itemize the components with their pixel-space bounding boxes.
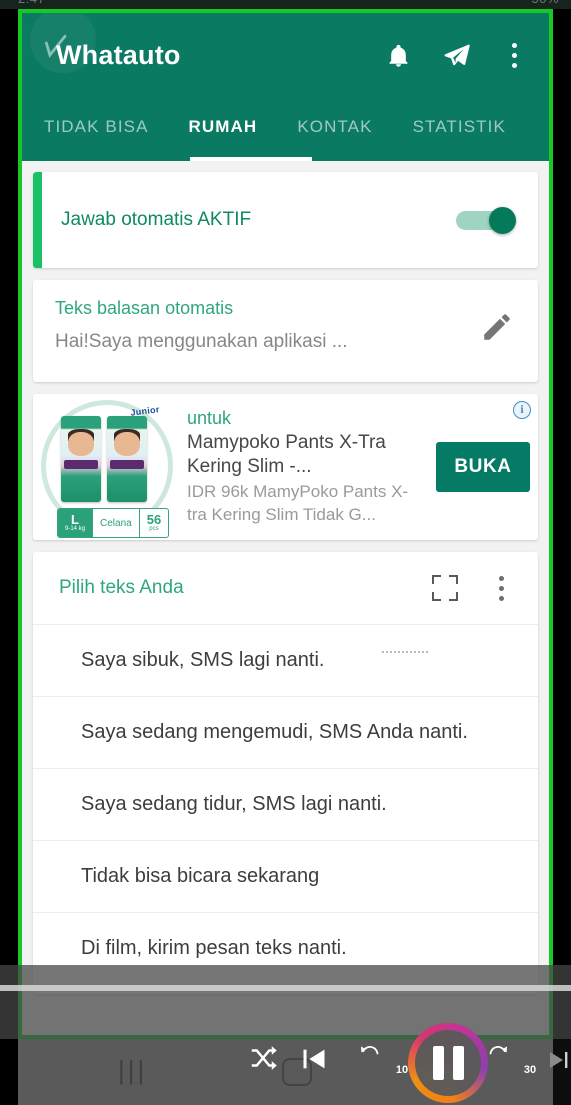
tab-tidak-bisa[interactable]: TIDAK BISA [22,111,169,137]
ad-product-image: Junior L 9-14 kg Celana 56 pcs [33,394,179,540]
app-bar-actions [383,38,535,72]
pause-button[interactable] [408,1023,488,1103]
tab-bar: TIDAK BISA RUMAH KONTAK STATISTIK [22,97,549,161]
pause-icon [432,1046,464,1080]
text-list-overflow-menu-icon[interactable] [486,571,516,605]
pencil-edit-icon[interactable] [480,310,514,344]
badge-count-unit: pcs [149,525,159,532]
app-bar: Whatauto [22,13,549,97]
text-list-header: Pilih teks Anda [33,552,538,624]
text-list-card: Pilih teks Anda Saya sibuk, SMS lagi nan… [33,552,538,994]
ad-brand-tag: Junior [129,404,161,418]
auto-reply-switch[interactable] [456,207,516,234]
ad-product-badges: L 9-14 kg Celana 56 pcs [57,508,170,538]
list-item[interactable]: Saya sedang tidur, SMS lagi nanti. [33,768,538,840]
tab-statistik[interactable]: STATISTIK [393,111,526,137]
overlay-divider-line [0,985,571,991]
product-pack-right [107,416,147,502]
list-item-label: Saya sibuk, SMS lagi nanti. [81,649,325,671]
notifications-bell-icon[interactable] [383,38,413,72]
text-list-actions [432,571,516,605]
forward-30-icon[interactable]: 30 [482,1043,536,1076]
badge-count-value: 56 [146,511,162,527]
phone-screen: 2:47 50% Whatauto [0,0,571,1105]
pack-label-band [110,460,144,469]
auto-reply-toggle-card[interactable]: Jawab otomatis AKTIF [33,172,538,268]
ad-text-block: untuk Mamypoko Pants X-Tra Kering Slim -… [179,394,428,540]
page-title: Whatauto [56,39,181,70]
three-dots-glyph [498,575,504,601]
list-item[interactable]: Saya sibuk, SMS lagi nanti. [33,624,538,696]
media-player-controls: 10 30 [18,1023,568,1105]
bottom-bar: ||| 10 30 [18,1023,568,1105]
overflow-menu-icon[interactable] [499,38,529,72]
advertisement-card[interactable]: Junior L 9-14 kg Celana 56 pcs untuk Mam… [33,394,538,540]
card-accent-stripe [33,172,42,268]
switch-thumb [489,207,516,234]
ad-title: Mamypoko Pants X-Tra Kering Slim -... [187,432,386,477]
badge-type-value: Celana [100,517,132,529]
shuffle-icon[interactable] [246,1043,280,1073]
ad-open-button[interactable]: BUKA [436,442,530,492]
badge-type: Celana [93,509,140,537]
list-item-divider-dots [382,651,428,653]
text-list-title: Pilih teks Anda [59,577,184,598]
status-bar-time: 2:47 [18,0,45,6]
ad-kicker-label: untuk [187,408,232,428]
active-tab-indicator [190,157,312,161]
ad-description: IDR 96k MamyPoko Pants X-tra Kering Slim… [187,482,409,524]
badge-size: L 9-14 kg [58,509,94,537]
status-bar-battery: 50% [531,0,559,6]
pack-baby-face [68,432,94,456]
auto-reply-status-label: Jawab otomatis AKTIF [61,209,252,230]
os-status-bar: 2:47 50% [0,0,571,9]
next-track-icon[interactable] [547,1047,571,1073]
auto-reply-text-value: Hai!Saya menggunakan aplikasi ... [55,331,348,352]
auto-reply-text-card[interactable]: Teks balasan otomatis Hai!Saya menggunak… [33,280,538,382]
rewind-10-icon[interactable]: 10 [354,1043,408,1076]
list-item[interactable]: Saya sedang mengemudi, SMS Anda nanti. [33,696,538,768]
badge-size-weight: 9-14 kg [65,525,86,532]
pack-label-band [64,460,98,469]
send-paper-plane-icon[interactable] [441,38,471,72]
ad-info-icon[interactable]: i [513,401,531,419]
badge-size-value: L [71,511,79,527]
bottom-bar-left-filler [0,1039,18,1105]
badge-count: 56 pcs [140,509,168,537]
fullscreen-expand-icon[interactable] [432,575,458,601]
three-dots-glyph [511,42,517,68]
list-item[interactable]: Di film, kirim pesan teks nanti. [33,912,538,984]
screen-recording-frame: Whatauto TIDAK BISA RUMAH KONTAK STATIST… [18,9,553,1039]
auto-reply-text-title: Teks balasan otomatis [55,298,234,318]
tab-rumah[interactable]: RUMAH [169,111,278,137]
list-item[interactable]: Tidak bisa bicara sekarang [33,840,538,912]
pack-baby-face [114,432,140,456]
product-pack-left [61,416,101,502]
forward-seconds-label: 30 [523,1064,537,1076]
previous-track-icon[interactable] [300,1045,328,1073]
tab-content-rumah: Jawab otomatis AKTIF Teks balasan otomat… [22,161,549,1035]
tab-kontak[interactable]: KONTAK [277,111,392,137]
